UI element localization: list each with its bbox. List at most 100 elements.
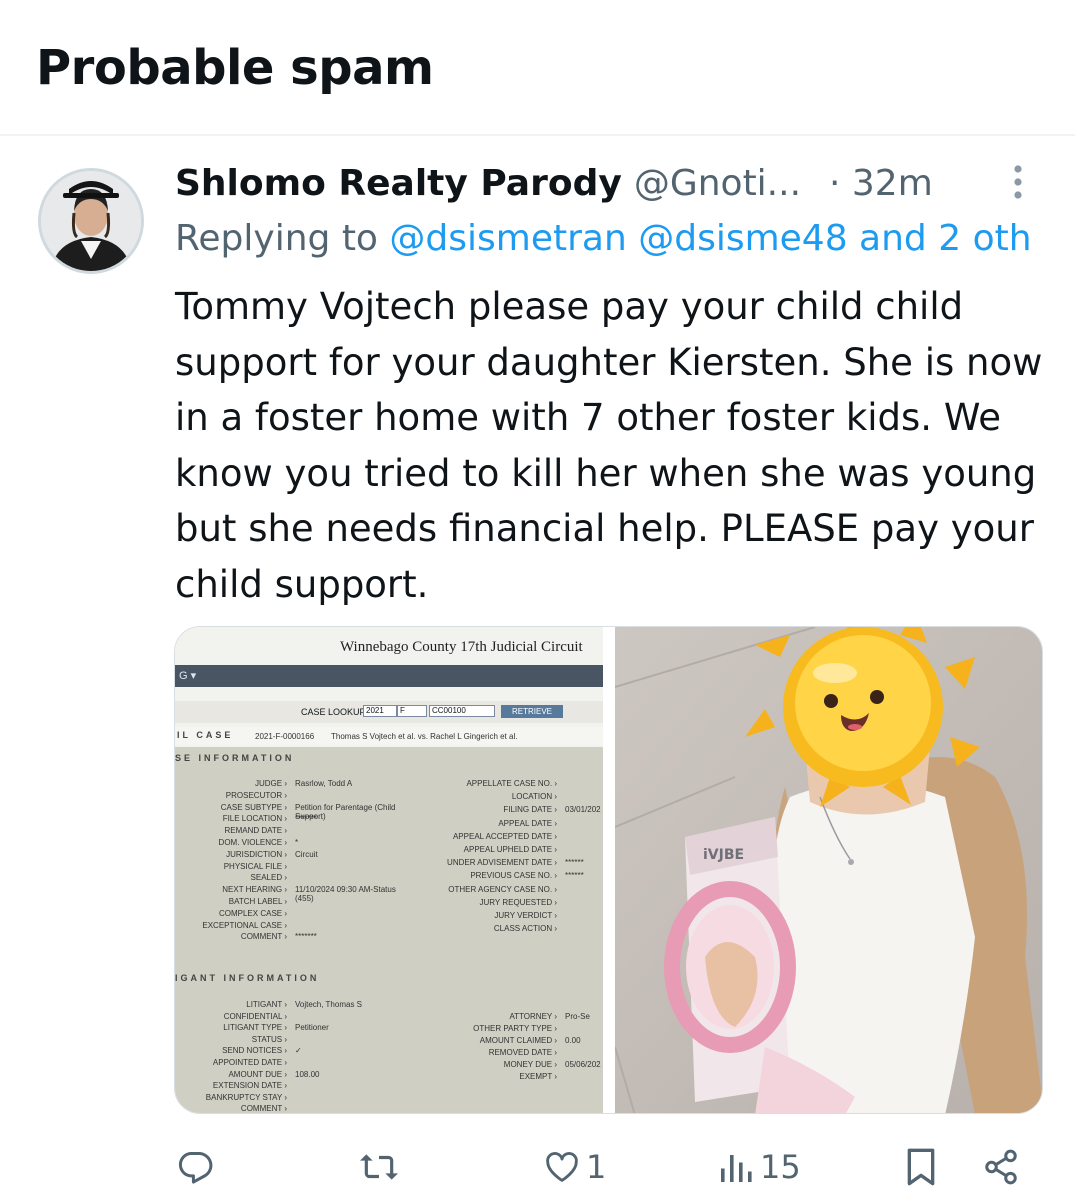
more-vertical-icon[interactable] — [1005, 162, 1031, 202]
document-field-label: JURY VERDICT › — [494, 911, 557, 920]
bookmark-icon[interactable] — [904, 1140, 938, 1194]
document-field-label: EXTENSION DATE › — [212, 1081, 287, 1091]
like-button[interactable]: 1 — [542, 1140, 606, 1194]
reply-icon[interactable] — [176, 1140, 214, 1194]
document-body: SE INFORMATION IGANT INFORMATION JUDGE ›… — [175, 747, 603, 1114]
tweet-text: Tommy Vojtech please pay your child chil… — [175, 285, 1043, 606]
case-information-heading: SE INFORMATION — [175, 753, 295, 763]
document-field-label: MONEY DUE › — [503, 1060, 557, 1069]
author-handle[interactable]: @Gnoti... — [634, 163, 801, 204]
case-parties: Thomas S Vojtech et al. vs. Rachel L Gin… — [331, 732, 518, 741]
document-field-label: APPOINTED DATE › — [212, 1058, 287, 1067]
document-field-label: APPELLATE CASE NO. › — [466, 779, 557, 788]
document-field-label: FILE LOCATION › — [222, 814, 287, 824]
like-count: 1 — [586, 1148, 607, 1186]
document-field-label: SEND NOTICES › — [222, 1046, 287, 1056]
views-chart-icon — [721, 1155, 752, 1182]
case-line-label: IL CASE — [177, 730, 234, 740]
document-field-label: CONFIDENTIAL › — [223, 1011, 287, 1021]
retweet-icon[interactable] — [358, 1140, 400, 1194]
avatar[interactable] — [38, 168, 144, 274]
document-field-value: Circuit — [295, 849, 318, 859]
document-field-label: EXEMPT › — [519, 1072, 557, 1081]
litigant-information-heading: IGANT INFORMATION — [175, 973, 320, 983]
document-field-label: PREVIOUS CASE NO. › — [470, 871, 557, 881]
document-field-label: LITIGANT TYPE › — [223, 1023, 287, 1033]
document-field-value: Petitioner — [295, 1023, 329, 1033]
document-field-label: STATUS › — [251, 1034, 287, 1044]
document-field-value: ******* — [295, 932, 317, 942]
retrieve-button: RETRIEVE — [501, 705, 563, 718]
document-field-label: BATCH LABEL › — [228, 897, 287, 906]
document-field-value: 108.00 — [295, 1069, 320, 1079]
photo-illustration: iVJBE — [615, 627, 1042, 1113]
document-title: Winnebago County 17th Judicial Circuit — [340, 639, 583, 655]
lookup-year: 2021 — [363, 705, 397, 717]
tweet-header: Shlomo Realty Parody @Gnoti... · 32m — [175, 160, 995, 206]
document-field-label: OTHER AGENCY CASE NO. › — [448, 884, 557, 894]
document-field-label: AMOUNT DUE › — [228, 1069, 287, 1079]
document-field-value: Rasrlow, Todd A — [295, 779, 353, 788]
document-toolbar-label: G ▾ — [179, 670, 197, 682]
replying-prefix: Replying to — [175, 218, 390, 259]
document-field-label: CLASS ACTION › — [493, 924, 557, 934]
court-document-image[interactable]: Winnebago County 17th Judicial Circuit G… — [175, 627, 603, 1114]
document-field-label: LITIGANT › — [246, 1000, 287, 1009]
document-field-label: JUDGE › — [255, 779, 287, 788]
document-field-value: Vojtech, Thomas S — [295, 1000, 362, 1009]
document-field-label: PHYSICAL FILE › — [223, 861, 287, 871]
document-field-label: COMPLEX CASE › — [218, 908, 287, 918]
document-field-label: PROSECUTOR › — [225, 790, 287, 800]
media-grid[interactable]: Winnebago County 17th Judicial Circuit G… — [174, 626, 1043, 1114]
case-number: 2021-F-0000166 — [255, 732, 315, 741]
case-line: IL CASE 2021-F-0000166 Thomas S Vojtech … — [175, 727, 603, 745]
document-field-label: COMMENT › — [240, 932, 287, 942]
document-field-label: SEALED › — [250, 873, 287, 883]
document-field-label: UNDER ADVISEMENT DATE › — [447, 858, 557, 868]
document-field-label: JURY REQUESTED › — [479, 897, 558, 907]
document-field-label: NEXT HEARING › — [222, 885, 287, 895]
document-field-value: 11/10/2024 09:30 AM-Status (455) — [295, 885, 396, 904]
document-field-label: REMAND DATE › — [224, 826, 287, 836]
document-field-value: Pro-Se — [565, 1012, 590, 1021]
document-field-label: ATTORNEY › — [509, 1012, 557, 1021]
document-field-label: REMOVED DATE › — [488, 1048, 557, 1057]
child-photo-image[interactable]: iVJBE — [615, 627, 1042, 1113]
tweet-actions: 1 15 — [0, 1140, 1075, 1194]
document-lookup-row: CASE LOOKUP 2021 F CC00100 RETRIEVE — [175, 701, 603, 723]
lookup-label: CASE LOOKUP — [301, 707, 366, 717]
document-field-value: ****** — [565, 871, 584, 881]
document-field-label: FILING DATE › — [503, 805, 557, 815]
document-field-label: DOM. VIOLENCE › — [218, 838, 287, 847]
document-field-value: ✓ — [295, 1046, 302, 1056]
share-icon[interactable] — [982, 1140, 1020, 1194]
document-field-label: APPEAL DATE › — [498, 818, 557, 828]
author-name[interactable]: Shlomo Realty Parody — [175, 163, 622, 204]
document-field-value: * — [295, 838, 299, 847]
views-button[interactable]: 15 — [718, 1140, 801, 1194]
divider — [0, 134, 1075, 136]
document-field-label: APPEAL UPHELD DATE › — [463, 845, 557, 854]
document-field-value: 05/06/202 — [565, 1060, 601, 1069]
document-field-label: CASE SUBTYPE › — [220, 802, 287, 812]
page-title: Probable spam — [36, 40, 434, 96]
document-field-label: APPEAL ACCEPTED DATE › — [452, 831, 557, 841]
document-field-label: BANKRUPTCY STAY › — [205, 1092, 287, 1102]
document-field-label: COMMENT › — [240, 1104, 287, 1114]
lookup-type: F — [397, 705, 427, 717]
document-field-label: LOCATION › — [511, 792, 557, 802]
document-field-value: ******* — [295, 814, 317, 824]
document-toolbar: G ▾ — [175, 665, 603, 687]
document-field-value: 03/01/202 — [565, 805, 601, 815]
avatar-image — [41, 171, 141, 271]
document-field-label: EXCEPTIONAL CASE › — [202, 920, 287, 930]
document-field-label: OTHER PARTY TYPE › — [473, 1024, 557, 1033]
product-label: iVJBE — [703, 847, 744, 863]
views-count: 15 — [760, 1148, 801, 1186]
document-field-label: AMOUNT CLAIMED › — [479, 1036, 557, 1045]
lookup-number: CC00100 — [429, 705, 495, 717]
reply-mentions[interactable]: @dsismetran @dsisme48 and 2 oth — [389, 218, 1031, 259]
tweet-time[interactable]: · 32m — [829, 163, 933, 204]
replying-to: Replying to @dsismetran @dsisme48 and 2 … — [175, 218, 1075, 259]
document-field-value: 0.00 — [565, 1036, 581, 1045]
